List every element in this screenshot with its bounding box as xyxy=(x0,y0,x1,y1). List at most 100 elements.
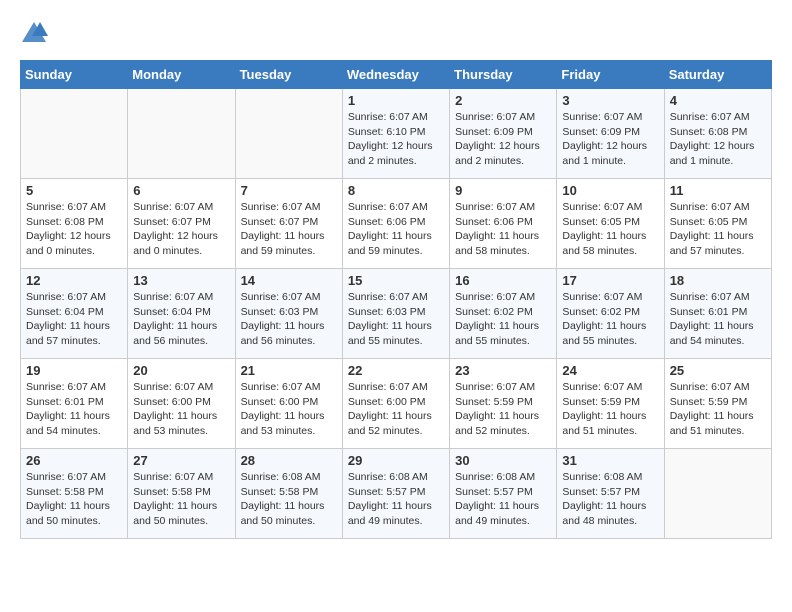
day-number: 29 xyxy=(348,453,444,468)
calendar-cell: 22Sunrise: 6:07 AM Sunset: 6:00 PM Dayli… xyxy=(342,359,449,449)
day-info: Sunrise: 6:07 AM Sunset: 6:05 PM Dayligh… xyxy=(670,200,766,259)
day-number: 12 xyxy=(26,273,122,288)
day-info: Sunrise: 6:07 AM Sunset: 6:02 PM Dayligh… xyxy=(455,290,551,349)
calendar-cell: 29 Sunrise: 6:08 AM Sunset: 5:57 PM Dayli… xyxy=(342,449,449,539)
day-info: Sunrise: 6:08 AM Sunset: 5:58 PM Dayligh… xyxy=(241,470,337,529)
logo xyxy=(20,20,52,44)
day-info: Sunrise: 6:07 AM Sunset: 5:59 PM Dayligh… xyxy=(455,380,551,439)
calendar-header: SundayMondayTuesdayWednesdayThursdayFrid… xyxy=(21,61,772,89)
calendar-cell: 21Sunrise: 6:07 AM Sunset: 6:00 PM Dayli… xyxy=(235,359,342,449)
day-info: Sunrise: 6:07 AM Sunset: 6:08 PM Dayligh… xyxy=(26,200,122,259)
calendar-cell: 25 Sunrise: 6:07 AM Sunset: 5:59 PM Dayli… xyxy=(664,359,771,449)
day-number: 19 xyxy=(26,363,122,378)
day-number: 31 xyxy=(562,453,658,468)
day-number: 24 xyxy=(562,363,658,378)
header-cell-saturday: Saturday xyxy=(664,61,771,89)
week-row-2: 5Sunrise: 6:07 AM Sunset: 6:08 PM Daylig… xyxy=(21,179,772,269)
header-row: SundayMondayTuesdayWednesdayThursdayFrid… xyxy=(21,61,772,89)
day-info: Sunrise: 6:07 AM Sunset: 5:59 PM Dayligh… xyxy=(670,380,766,439)
day-number: 30 xyxy=(455,453,551,468)
day-number: 20 xyxy=(133,363,229,378)
day-number: 11 xyxy=(670,183,766,198)
calendar-cell: 28Sunrise: 6:08 AM Sunset: 5:58 PM Dayli… xyxy=(235,449,342,539)
day-info: Sunrise: 6:07 AM Sunset: 6:01 PM Dayligh… xyxy=(26,380,122,439)
day-info: Sunrise: 6:07 AM Sunset: 6:06 PM Dayligh… xyxy=(455,200,551,259)
day-info: Sunrise: 6:07 AM Sunset: 6:10 PM Dayligh… xyxy=(348,110,444,169)
calendar-cell: 20 Sunrise: 6:07 AM Sunset: 6:00 PM Dayli… xyxy=(128,359,235,449)
calendar-cell: 9Sunrise: 6:07 AM Sunset: 6:06 PM Daylig… xyxy=(450,179,557,269)
day-info: Sunrise: 6:07 AM Sunset: 6:07 PM Dayligh… xyxy=(241,200,337,259)
day-number: 1 xyxy=(348,93,444,108)
day-number: 10 xyxy=(562,183,658,198)
calendar-cell: 13 Sunrise: 6:07 AM Sunset: 6:04 PM Dayli… xyxy=(128,269,235,359)
day-number: 6 xyxy=(133,183,229,198)
header-cell-tuesday: Tuesday xyxy=(235,61,342,89)
calendar-cell xyxy=(235,89,342,179)
calendar-cell: 3Sunrise: 6:07 AM Sunset: 6:09 PM Daylig… xyxy=(557,89,664,179)
day-info: Sunrise: 6:07 AM Sunset: 6:04 PM Dayligh… xyxy=(133,290,229,349)
day-number: 3 xyxy=(562,93,658,108)
calendar-cell: 31 Sunrise: 6:08 AM Sunset: 5:57 PM Dayli… xyxy=(557,449,664,539)
week-row-5: 26 Sunrise: 6:07 AM Sunset: 5:58 PM Dayli… xyxy=(21,449,772,539)
day-number: 17 xyxy=(562,273,658,288)
day-info: Sunrise: 6:08 AM Sunset: 5:57 PM Dayligh… xyxy=(455,470,551,529)
day-info: Sunrise: 6:07 AM Sunset: 6:00 PM Dayligh… xyxy=(133,380,229,439)
calendar-cell: 4Sunrise: 6:07 AM Sunset: 6:08 PM Daylig… xyxy=(664,89,771,179)
week-row-4: 19 Sunrise: 6:07 AM Sunset: 6:01 PM Dayli… xyxy=(21,359,772,449)
day-info: Sunrise: 6:07 AM Sunset: 6:00 PM Dayligh… xyxy=(348,380,444,439)
week-row-3: 12 Sunrise: 6:07 AM Sunset: 6:04 PM Dayli… xyxy=(21,269,772,359)
day-info: Sunrise: 6:07 AM Sunset: 6:02 PM Dayligh… xyxy=(562,290,658,349)
calendar-cell: 23Sunrise: 6:07 AM Sunset: 5:59 PM Dayli… xyxy=(450,359,557,449)
calendar-cell: 17 Sunrise: 6:07 AM Sunset: 6:02 PM Dayli… xyxy=(557,269,664,359)
calendar-cell: 19 Sunrise: 6:07 AM Sunset: 6:01 PM Dayli… xyxy=(21,359,128,449)
day-number: 27 xyxy=(133,453,229,468)
calendar-cell: 14 Sunrise: 6:07 AM Sunset: 6:03 PM Dayli… xyxy=(235,269,342,359)
day-number: 7 xyxy=(241,183,337,198)
day-info: Sunrise: 6:07 AM Sunset: 5:58 PM Dayligh… xyxy=(133,470,229,529)
calendar-cell: 6Sunrise: 6:07 AM Sunset: 6:07 PM Daylig… xyxy=(128,179,235,269)
header-cell-wednesday: Wednesday xyxy=(342,61,449,89)
calendar-cell: 30 Sunrise: 6:08 AM Sunset: 5:57 PM Dayli… xyxy=(450,449,557,539)
calendar-cell xyxy=(664,449,771,539)
calendar-cell: 16 Sunrise: 6:07 AM Sunset: 6:02 PM Dayli… xyxy=(450,269,557,359)
week-row-1: 1 Sunrise: 6:07 AM Sunset: 6:10 PM Daylig… xyxy=(21,89,772,179)
calendar-cell: 24 Sunrise: 6:07 AM Sunset: 5:59 PM Dayli… xyxy=(557,359,664,449)
logo-icon xyxy=(20,20,48,44)
day-info: Sunrise: 6:07 AM Sunset: 5:59 PM Dayligh… xyxy=(562,380,658,439)
day-info: Sunrise: 6:07 AM Sunset: 6:06 PM Dayligh… xyxy=(348,200,444,259)
calendar-cell: 10 Sunrise: 6:07 AM Sunset: 6:05 PM Dayli… xyxy=(557,179,664,269)
header-cell-friday: Friday xyxy=(557,61,664,89)
header-cell-monday: Monday xyxy=(128,61,235,89)
day-info: Sunrise: 6:07 AM Sunset: 6:03 PM Dayligh… xyxy=(348,290,444,349)
calendar-body: 1 Sunrise: 6:07 AM Sunset: 6:10 PM Daylig… xyxy=(21,89,772,539)
day-number: 16 xyxy=(455,273,551,288)
day-info: Sunrise: 6:08 AM Sunset: 5:57 PM Dayligh… xyxy=(562,470,658,529)
day-number: 21 xyxy=(241,363,337,378)
calendar-cell: 8 Sunrise: 6:07 AM Sunset: 6:06 PM Daylig… xyxy=(342,179,449,269)
day-info: Sunrise: 6:07 AM Sunset: 6:05 PM Dayligh… xyxy=(562,200,658,259)
calendar-cell: 15 Sunrise: 6:07 AM Sunset: 6:03 PM Dayli… xyxy=(342,269,449,359)
day-number: 15 xyxy=(348,273,444,288)
day-info: Sunrise: 6:07 AM Sunset: 6:04 PM Dayligh… xyxy=(26,290,122,349)
calendar-cell: 26 Sunrise: 6:07 AM Sunset: 5:58 PM Dayli… xyxy=(21,449,128,539)
day-number: 2 xyxy=(455,93,551,108)
day-info: Sunrise: 6:07 AM Sunset: 6:01 PM Dayligh… xyxy=(670,290,766,349)
day-info: Sunrise: 6:07 AM Sunset: 6:03 PM Dayligh… xyxy=(241,290,337,349)
day-number: 18 xyxy=(670,273,766,288)
day-number: 14 xyxy=(241,273,337,288)
header-cell-thursday: Thursday xyxy=(450,61,557,89)
day-number: 8 xyxy=(348,183,444,198)
day-number: 25 xyxy=(670,363,766,378)
day-info: Sunrise: 6:08 AM Sunset: 5:57 PM Dayligh… xyxy=(348,470,444,529)
calendar-cell: 27 Sunrise: 6:07 AM Sunset: 5:58 PM Dayli… xyxy=(128,449,235,539)
calendar-cell: 18 Sunrise: 6:07 AM Sunset: 6:01 PM Dayli… xyxy=(664,269,771,359)
calendar-table: SundayMondayTuesdayWednesdayThursdayFrid… xyxy=(20,60,772,539)
calendar-cell: 5Sunrise: 6:07 AM Sunset: 6:08 PM Daylig… xyxy=(21,179,128,269)
calendar-cell xyxy=(128,89,235,179)
day-number: 26 xyxy=(26,453,122,468)
day-number: 13 xyxy=(133,273,229,288)
calendar-cell xyxy=(21,89,128,179)
header-cell-sunday: Sunday xyxy=(21,61,128,89)
day-info: Sunrise: 6:07 AM Sunset: 5:58 PM Dayligh… xyxy=(26,470,122,529)
day-number: 4 xyxy=(670,93,766,108)
